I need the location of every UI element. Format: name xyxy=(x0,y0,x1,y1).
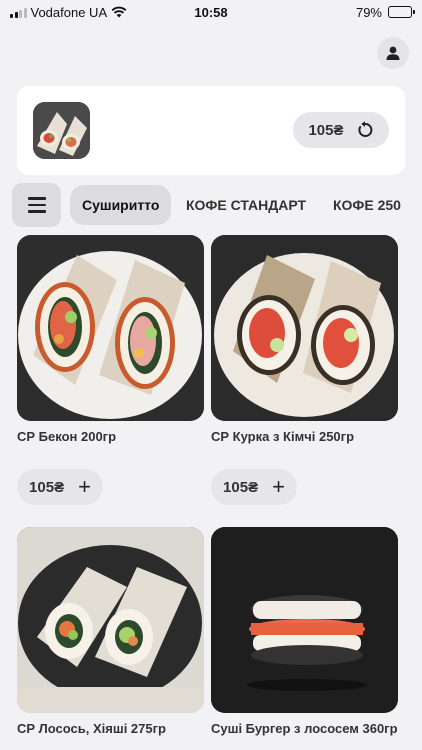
repeat-order-button[interactable]: 105₴ xyxy=(293,112,389,148)
add-to-cart-button[interactable]: 105₴ + xyxy=(211,469,297,505)
menu-button[interactable] xyxy=(12,183,61,227)
cart-price: 105₴ xyxy=(308,121,344,139)
product-name: СР Курка з Кімчі 250гр xyxy=(211,429,355,444)
wifi-icon xyxy=(111,6,127,18)
product-name: СР Бекон 200гр xyxy=(17,429,117,444)
cart-item-thumbnail[interactable] xyxy=(33,102,90,159)
product-image[interactable] xyxy=(17,527,204,713)
profile-button[interactable] xyxy=(377,37,409,69)
category-bar: Суширитто КОФЕ СТАНДАРТ КОФЕ 250 xyxy=(0,181,422,227)
user-icon xyxy=(386,46,400,60)
product-price: 105₴ xyxy=(29,478,65,496)
carrier-group: Vodafone UA xyxy=(10,5,127,20)
battery-percent: 79% xyxy=(355,4,382,20)
battery-icon xyxy=(388,6,415,18)
signal-icon xyxy=(10,7,27,18)
tab-coffee-250[interactable]: КОФЕ 250 xyxy=(333,185,401,225)
product-card[interactable]: Суші Бургер з лососем 360гр xyxy=(211,527,398,737)
battery-group: 79% xyxy=(355,4,415,20)
plus-icon: + xyxy=(272,474,285,499)
product-card[interactable]: СР Бекон 200гр 105₴ + xyxy=(17,235,204,507)
plus-icon: + xyxy=(78,474,91,499)
status-bar: Vodafone UA 10:58 79% xyxy=(0,0,422,24)
tab-coffee-standard[interactable]: КОФЕ СТАНДАРТ xyxy=(186,185,306,225)
refresh-icon xyxy=(357,121,372,137)
hamburger-icon xyxy=(27,197,46,213)
product-image[interactable] xyxy=(17,235,204,421)
product-card[interactable]: СР Лосось, Хіяші 275гр xyxy=(17,527,204,737)
cart-summary-card: 105₴ xyxy=(17,86,405,175)
product-price: 105₴ xyxy=(223,478,259,496)
product-image[interactable] xyxy=(211,527,398,713)
add-to-cart-button[interactable]: 105₴ + xyxy=(17,469,103,505)
product-name: СР Лосось, Хіяші 275гр xyxy=(17,721,166,736)
tab-sushiritto[interactable]: Суширитто xyxy=(70,185,172,225)
carrier-name: Vodafone UA xyxy=(30,4,108,20)
product-name: Суші Бургер з лососем 360гр xyxy=(211,721,398,736)
product-card[interactable]: СР Курка з Кімчі 250гр 105₴ + xyxy=(211,235,398,507)
product-image[interactable] xyxy=(211,235,398,421)
